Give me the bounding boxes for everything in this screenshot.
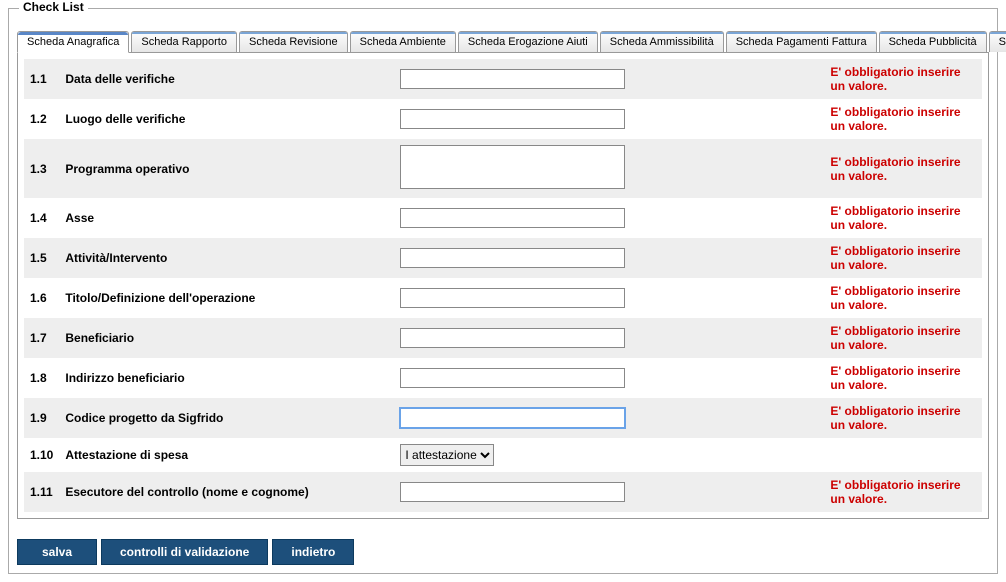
tab-6[interactable]: Scheda Pagamenti Fattura	[726, 31, 877, 52]
row-input-cell	[394, 398, 654, 438]
row-input-cell	[394, 99, 654, 139]
row-spacer	[654, 59, 824, 99]
fieldset-legend: Check List	[19, 0, 88, 14]
save-button[interactable]: salva	[17, 539, 97, 565]
form-body: 1.1Data delle verifiche E' obbligatorio i…	[24, 59, 982, 512]
row-input-cell	[394, 139, 654, 198]
form-table: 1.1Data delle verifiche E' obbligatorio i…	[24, 59, 982, 512]
tab-7[interactable]: Scheda Pubblicità	[879, 31, 987, 52]
row-error: E' obbligatorio inserire un valore.	[824, 238, 982, 278]
row-number: 1.10	[24, 438, 59, 472]
row-label: Attività/Intervento	[59, 238, 394, 278]
tab-3[interactable]: Scheda Ambiente	[350, 31, 456, 52]
row-number: 1.1	[24, 59, 59, 99]
row-spacer	[654, 198, 824, 238]
form-row: 1.8Indirizzo beneficiario E' obbligatorio…	[24, 358, 982, 398]
row-error: E' obbligatorio inserire un valore.	[824, 318, 982, 358]
row-input-cell	[394, 472, 654, 512]
row-error: E' obbligatorio inserire un valore.	[824, 99, 982, 139]
row-error	[824, 438, 982, 472]
row-number: 1.2	[24, 99, 59, 139]
text-input[interactable]	[400, 208, 625, 228]
row-label: Codice progetto da Sigfrido	[59, 398, 394, 438]
row-spacer	[654, 139, 824, 198]
row-spacer	[654, 472, 824, 512]
row-error: E' obbligatorio inserire un valore.	[824, 358, 982, 398]
row-input-cell	[394, 59, 654, 99]
row-input-cell	[394, 278, 654, 318]
row-spacer	[654, 278, 824, 318]
row-label: Titolo/Definizione dell'operazione	[59, 278, 394, 318]
row-number: 1.9	[24, 398, 59, 438]
form-row: 1.1Data delle verifiche E' obbligatorio i…	[24, 59, 982, 99]
row-label: Attestazione di spesa	[59, 438, 394, 472]
text-input[interactable]	[400, 482, 625, 502]
row-spacer	[654, 99, 824, 139]
row-spacer	[654, 438, 824, 472]
form-row: 1.2Luogo delle verifiche E' obbligatorio …	[24, 99, 982, 139]
tab-2[interactable]: Scheda Revisione	[239, 31, 348, 52]
text-input[interactable]	[400, 368, 625, 388]
row-number: 1.6	[24, 278, 59, 318]
text-input[interactable]	[400, 408, 625, 428]
text-input[interactable]	[400, 248, 625, 268]
form-row: 1.5Attività/Intervento E' obbligatorio in…	[24, 238, 982, 278]
text-input[interactable]	[400, 69, 625, 89]
text-input[interactable]	[400, 109, 625, 129]
row-spacer	[654, 318, 824, 358]
row-number: 1.4	[24, 198, 59, 238]
text-input[interactable]	[400, 328, 625, 348]
row-label: Programma operativo	[59, 139, 394, 198]
validate-button[interactable]: controlli di validazione	[101, 539, 268, 565]
row-input-cell: I attestazione	[394, 438, 654, 472]
row-error: E' obbligatorio inserire un valore.	[824, 198, 982, 238]
form-row: 1.10Attestazione di spesa I attestazione	[24, 438, 982, 472]
row-error: E' obbligatorio inserire un valore.	[824, 59, 982, 99]
row-number: 1.7	[24, 318, 59, 358]
row-number: 1.5	[24, 238, 59, 278]
form-row: 1.9Codice progetto da Sigfrido E' obbliga…	[24, 398, 982, 438]
row-label: Luogo delle verifiche	[59, 99, 394, 139]
row-error: E' obbligatorio inserire un valore.	[824, 139, 982, 198]
tab-0[interactable]: Scheda Anagrafica	[17, 31, 129, 53]
form-panel: 1.1Data delle verifiche E' obbligatorio i…	[17, 52, 989, 519]
row-label: Esecutore del controllo (nome e cognome)	[59, 472, 394, 512]
row-label: Indirizzo beneficiario	[59, 358, 394, 398]
form-row: 1.6Titolo/Definizione dell'operazione E' …	[24, 278, 982, 318]
form-row: 1.11Esecutore del controllo (nome e cogn…	[24, 472, 982, 512]
row-error: E' obbligatorio inserire un valore.	[824, 472, 982, 512]
text-input[interactable]	[400, 288, 625, 308]
row-input-cell	[394, 198, 654, 238]
row-label: Asse	[59, 198, 394, 238]
form-row: 1.7Beneficiario E' obbligatorio inserire …	[24, 318, 982, 358]
row-label: Data delle verifiche	[59, 59, 394, 99]
tab-5[interactable]: Scheda Ammissibilità	[600, 31, 724, 52]
tab-1[interactable]: Scheda Rapporto	[131, 31, 237, 52]
tab-strip: Scheda AnagraficaScheda RapportoScheda R…	[17, 31, 989, 52]
row-error: E' obbligatorio inserire un valore.	[824, 278, 982, 318]
row-label: Beneficiario	[59, 318, 394, 358]
tab-4[interactable]: Scheda Erogazione Aiuti	[458, 31, 598, 52]
row-number: 1.8	[24, 358, 59, 398]
select-input[interactable]: I attestazione	[400, 444, 494, 466]
row-input-cell	[394, 318, 654, 358]
checklist-fieldset: Check List Scheda AnagraficaScheda Rappo…	[8, 8, 998, 574]
row-number: 1.3	[24, 139, 59, 198]
row-number: 1.11	[24, 472, 59, 512]
row-error: E' obbligatorio inserire un valore.	[824, 398, 982, 438]
row-input-cell	[394, 238, 654, 278]
form-row: 1.4Asse E' obbligatorio inserire un valor…	[24, 198, 982, 238]
row-spacer	[654, 358, 824, 398]
row-spacer	[654, 398, 824, 438]
row-spacer	[654, 238, 824, 278]
row-input-cell	[394, 358, 654, 398]
back-button[interactable]: indietro	[272, 539, 354, 565]
tab-8[interactable]: Scheda Generale	[989, 31, 1006, 52]
form-row: 1.3Programma operativo E' obbligatorio in…	[24, 139, 982, 198]
button-bar: salva controlli di validazione indietro	[17, 539, 989, 565]
listbox-input[interactable]	[400, 145, 625, 189]
